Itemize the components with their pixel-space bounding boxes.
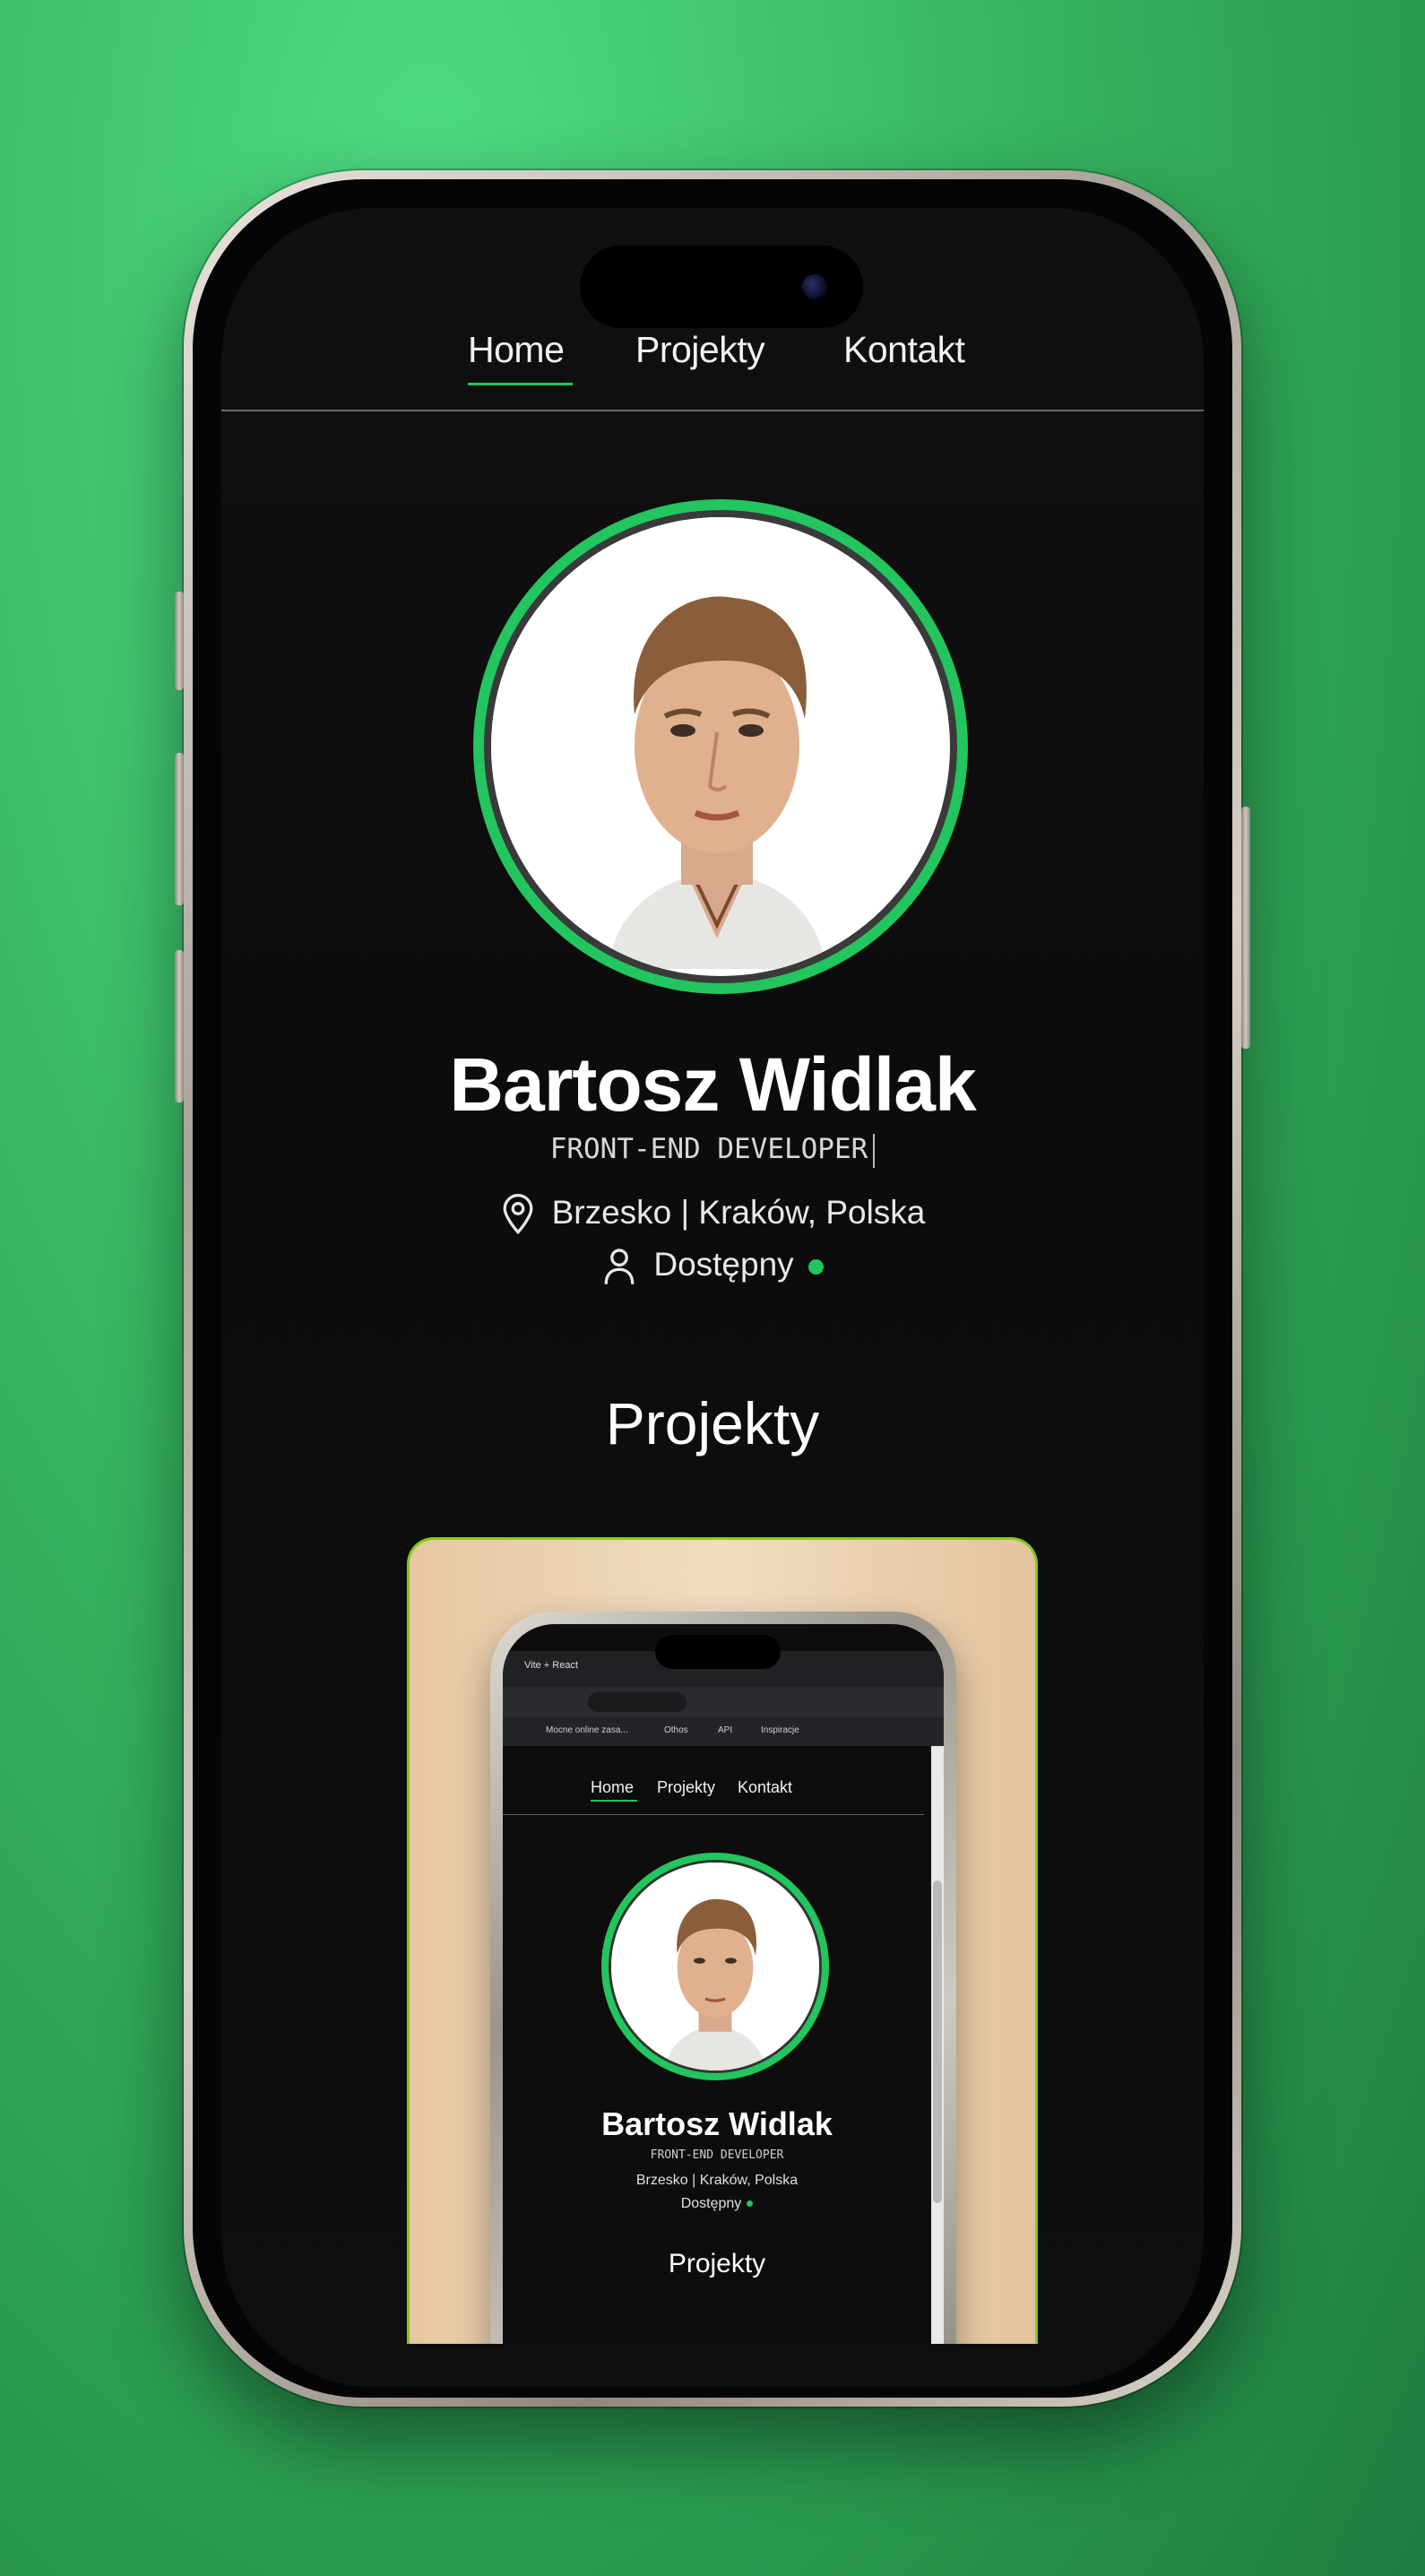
nav-kontakt-link[interactable]: Kontakt [843, 329, 965, 371]
preview-availability-text: Dostępny [680, 2196, 742, 2211]
preview-status-dot [747, 2200, 754, 2208]
avatar [491, 517, 950, 976]
volume-up-button [175, 753, 184, 905]
preview-nav-kontakt: Kontakt [738, 1778, 793, 1796]
power-button [1241, 807, 1250, 1049]
project-preview-screen: Vite + React Mocne online zasa... Othos … [503, 1624, 944, 2344]
profile-name: Bartosz Widlak [449, 1042, 976, 1127]
map-pin-icon [503, 1194, 533, 1235]
preview-nav-projekty: Projekty [657, 1778, 716, 1796]
preview-nav-divider [503, 1814, 924, 1815]
bookmark-item: Othos [664, 1725, 688, 1735]
nav-projekty-link[interactable]: Projekty [635, 329, 765, 371]
avatar-ring [473, 499, 968, 994]
nav-home-link[interactable]: Home [468, 329, 565, 371]
preview-dynamic-island [655, 1635, 781, 1669]
preview-availability: Dostępny [503, 2196, 931, 2212]
typing-cursor [873, 1133, 876, 1168]
nav-divider [221, 410, 1204, 411]
preview-scroll-thumb [933, 1880, 942, 2203]
action-button [175, 592, 184, 690]
bookmark-item: Mocne online zasa... [546, 1725, 628, 1735]
bookmark-item: Inspiracje [761, 1725, 799, 1735]
browser-url-bar [588, 1692, 687, 1712]
preview-section-title: Projekty [668, 2249, 766, 2278]
browser-tab-title: Vite + React [524, 1660, 579, 1671]
preview-nav-home: Home [591, 1778, 635, 1796]
preview-scrollbar [931, 1746, 944, 2344]
projects-heading: Projekty [605, 1390, 820, 1457]
status-dot [808, 1258, 824, 1275]
nav-active-indicator [468, 383, 573, 385]
avatar-border [484, 510, 957, 983]
camera-icon [802, 274, 827, 299]
bookmark-item: API [718, 1725, 733, 1735]
preview-profile-photo [611, 1863, 819, 2070]
project-preview-phone: Vite + React Mocne online zasa... Othos … [490, 1612, 956, 2344]
browser-toolbar [503, 1687, 944, 1717]
availability-text: Dostępny [653, 1246, 794, 1283]
phone-bezel: Home Projekty Kontakt Bartosz Widlak FRO… [193, 179, 1232, 2398]
browser-bookmarks-bar: Mocne online zasa... Othos API Inspiracj… [503, 1717, 944, 1746]
preview-avatar [609, 1860, 822, 2073]
preview-nav-indicator [591, 1800, 637, 1802]
location-row: Brzesko | Kraków, Polska [221, 1194, 1204, 1235]
preview-role: FRONT-END DEVELOPER [650, 2148, 784, 2162]
availability-row: Dostępny [221, 1246, 1204, 1287]
volume-down-button [175, 950, 184, 1102]
profile-role: FRONT-END DEVELOPER [221, 1133, 1204, 1168]
profile-role-text: FRONT-END DEVELOPER [549, 1133, 868, 1165]
phone-screen: Home Projekty Kontakt Bartosz Widlak FRO… [221, 208, 1204, 2387]
location-text: Brzesko | Kraków, Polska [551, 1194, 926, 1231]
phone-mockup: Home Projekty Kontakt Bartosz Widlak FRO… [175, 170, 1250, 2407]
preview-name: Bartosz Widlak [601, 2105, 833, 2142]
user-icon [604, 1249, 635, 1285]
profile-photo [491, 517, 943, 969]
preview-avatar-ring [601, 1853, 829, 2080]
project-card[interactable]: Vite + React Mocne online zasa... Othos … [407, 1537, 1038, 2344]
preview-location-text: Brzesko | Kraków, Polska [635, 2173, 799, 2188]
preview-location: Brzesko | Kraków, Polska [503, 2173, 931, 2189]
dynamic-island [580, 246, 863, 328]
